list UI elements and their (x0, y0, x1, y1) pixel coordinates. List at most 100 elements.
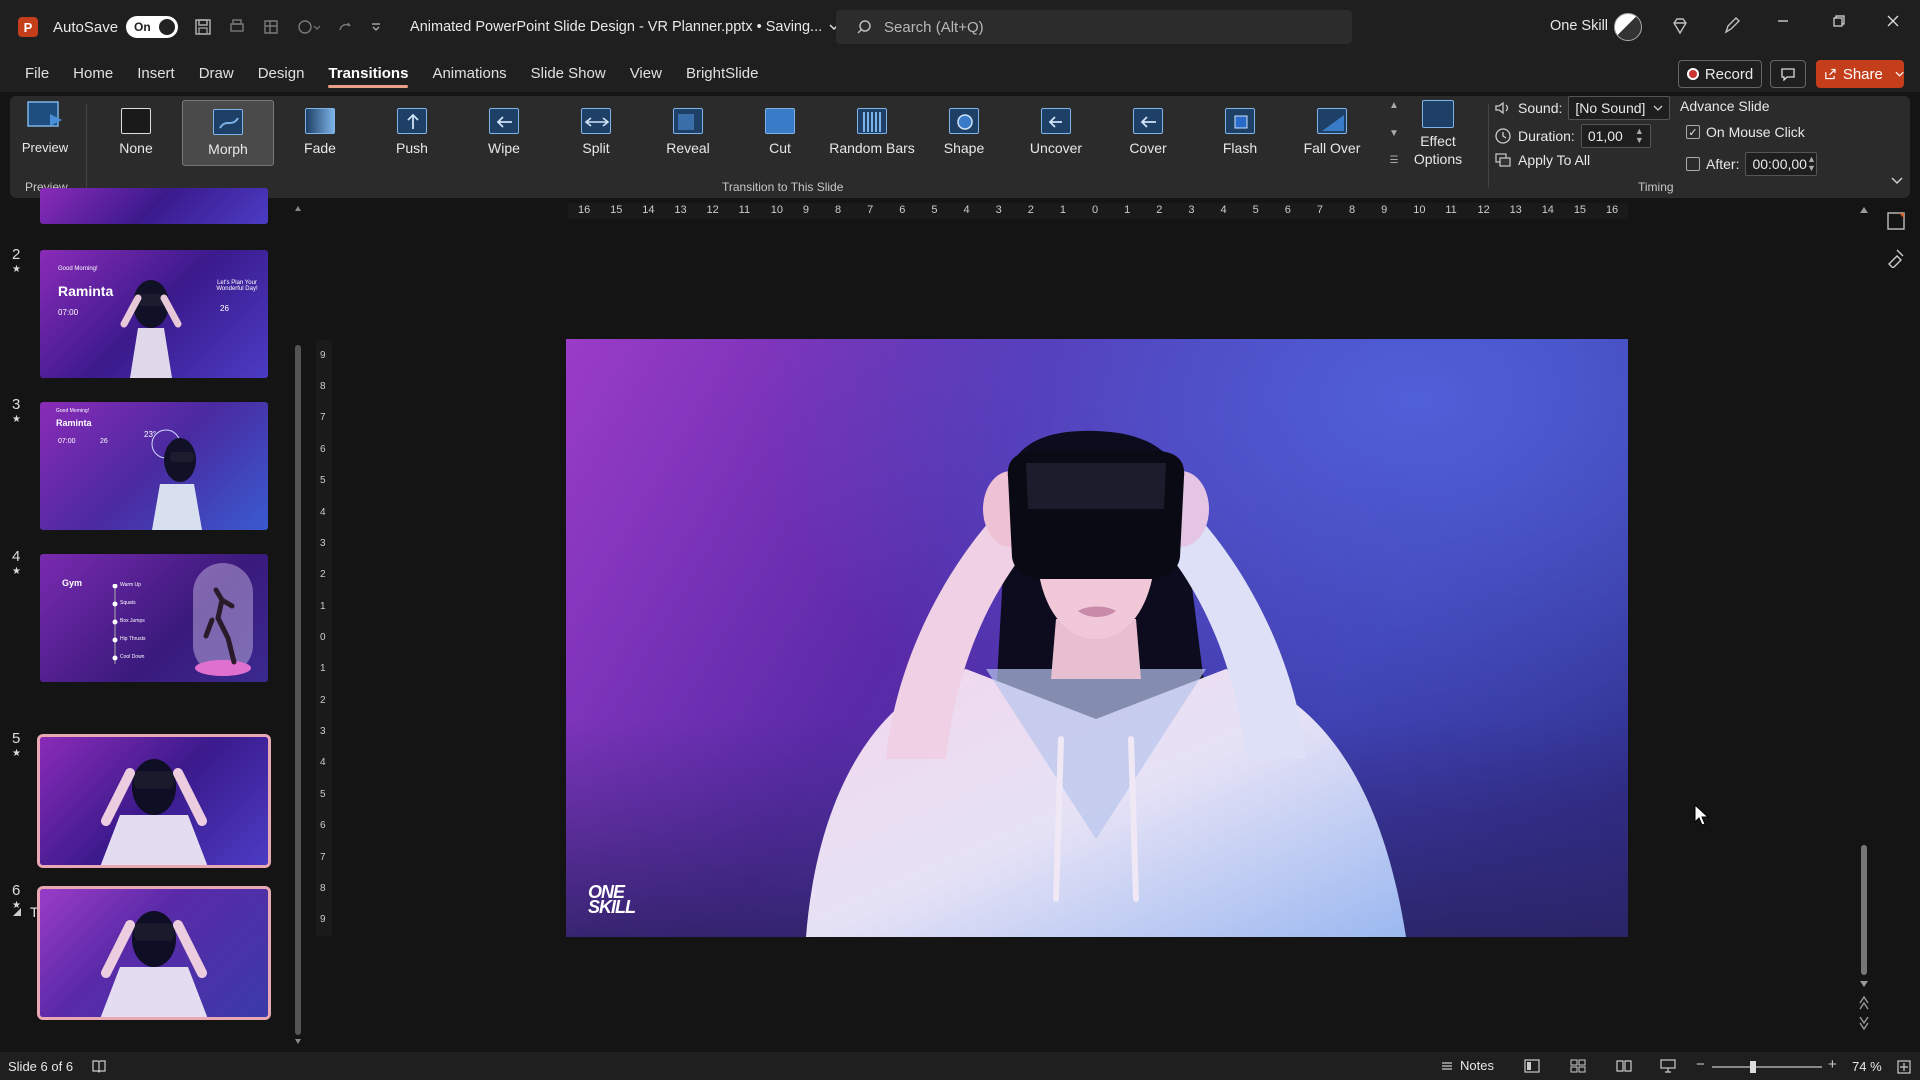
gallery-expand-icon[interactable]: ☰ (1390, 155, 1399, 166)
avatar[interactable] (1614, 13, 1642, 41)
restore-icon[interactable] (1832, 14, 1846, 28)
transition-shape[interactable]: Shape (918, 100, 1010, 166)
tab-brightslide[interactable]: BrightSlide (674, 54, 771, 92)
transition-fade[interactable]: Fade (274, 100, 366, 166)
tab-slide-show[interactable]: Slide Show (519, 54, 618, 92)
effect-options-button[interactable]: Effect Options (1406, 100, 1470, 178)
user-name[interactable]: One Skill (1550, 18, 1608, 34)
chevron-down-icon[interactable] (1895, 69, 1904, 79)
thumb-greeting: Good Morning! (56, 408, 90, 414)
duration-input[interactable]: 01,00 ▲ ▼ (1580, 124, 1651, 148)
print-preview-icon[interactable] (228, 18, 246, 36)
slide-info[interactable]: Slide 6 of 6 (8, 1059, 73, 1074)
slide-thumbnail-5[interactable] (37, 734, 271, 868)
tab-transitions[interactable]: Transitions (316, 54, 420, 92)
zoom-in-icon[interactable]: + (1828, 1056, 1837, 1073)
transition-reveal[interactable]: Reveal (642, 100, 734, 166)
table-icon[interactable] (262, 18, 280, 36)
transition-random-bars[interactable]: Random Bars (826, 100, 918, 166)
collapse-ribbon-icon[interactable] (1890, 176, 1904, 186)
transition-morph[interactable]: Morph (182, 100, 274, 166)
share-button[interactable]: Share (1816, 60, 1904, 88)
slide-sorter-icon[interactable] (1570, 1059, 1586, 1073)
thumbnail-scrollbar[interactable] (294, 205, 302, 1045)
sound-dropdown[interactable]: [No Sound] (1568, 96, 1671, 120)
transition-label: Cover (1129, 140, 1167, 156)
apply-all-button[interactable]: Apply To All (1494, 152, 1590, 168)
chevron-up-icon[interactable]: ▲ (1389, 100, 1399, 111)
transition-split[interactable]: Split (550, 100, 642, 166)
accessibility-icon[interactable] (91, 1058, 107, 1074)
designer-icon[interactable] (1885, 210, 1907, 232)
thumb-day: 26 (220, 304, 229, 313)
zoom-out-icon[interactable]: − (1696, 1056, 1705, 1073)
canvas-scrollbar[interactable] (1858, 205, 1870, 1035)
slide-thumbnail-2[interactable]: Good Morning! Raminta Let's Plan Your Wo… (40, 250, 268, 378)
document-title-area[interactable]: Animated PowerPoint Slide Design - VR Pl… (410, 19, 840, 35)
pen-icon[interactable] (1722, 16, 1742, 36)
close-icon[interactable] (1886, 14, 1900, 28)
gallery-scroll[interactable]: ▲ ▼ ☰ (1386, 100, 1402, 166)
format-painter-icon[interactable] (1885, 246, 1907, 268)
undo-icon[interactable] (296, 18, 321, 36)
notes-button[interactable]: Notes (1440, 1058, 1494, 1073)
search-input[interactable]: Search (Alt+Q) (836, 10, 1352, 44)
preview-button[interactable]: Preview (16, 100, 74, 180)
on-mouse-click-row[interactable]: ✓ On Mouse Click (1686, 124, 1805, 140)
minimize-icon[interactable] (1776, 14, 1790, 28)
spinner-icon[interactable]: ▲ ▼ (1635, 127, 1644, 145)
share-label: Share (1842, 65, 1883, 83)
ruler-tick-label: 6 (320, 820, 326, 832)
fit-to-window-icon[interactable] (1896, 1059, 1912, 1075)
ruler-tick-label: 5 (931, 204, 938, 216)
transition-cut[interactable]: Cut (734, 100, 826, 166)
tab-view[interactable]: View (618, 54, 674, 92)
transition-cover[interactable]: Cover (1102, 100, 1194, 166)
slide-canvas[interactable]: ONE SKILL (566, 339, 1628, 937)
slideshow-view-icon[interactable] (1660, 1059, 1676, 1073)
transition-wipe[interactable]: Wipe (458, 100, 550, 166)
record-button[interactable]: Record (1678, 60, 1762, 88)
after-checkbox[interactable] (1686, 157, 1700, 171)
normal-view-icon[interactable] (1524, 1059, 1540, 1073)
tab-home[interactable]: Home (61, 54, 125, 92)
transition-star-icon: ★ (12, 566, 21, 577)
vr-woman-thumbnail-illustration (151, 429, 202, 530)
reading-view-icon[interactable] (1616, 1059, 1632, 1073)
autosave-state: On (134, 20, 151, 34)
slide-thumbnail-4[interactable]: Gym Warm Up Squats Box Jumps Hip Thrusts… (40, 554, 268, 682)
ruler-tick-label: 7 (867, 204, 874, 216)
slide-thumbnail-3[interactable]: Good Morning! Raminta 07:00 26 23° (40, 402, 268, 530)
premium-diamond-icon[interactable] (1670, 16, 1690, 36)
slide-number: 3 (12, 396, 21, 413)
redo-icon[interactable] (336, 18, 354, 36)
tab-design[interactable]: Design (246, 54, 317, 92)
on-mouse-click-checkbox[interactable]: ✓ (1686, 125, 1700, 139)
transition-flash[interactable]: Flash (1194, 100, 1286, 166)
tab-draw[interactable]: Draw (187, 54, 246, 92)
zoom-slider[interactable] (1712, 1061, 1822, 1073)
slide-thumbnail-6[interactable] (37, 886, 271, 1020)
transition-star-icon: ★ (12, 414, 21, 425)
comments-button[interactable] (1770, 60, 1806, 88)
save-icon[interactable] (194, 18, 212, 36)
customize-toolbar-icon[interactable] (370, 21, 382, 33)
transition-none[interactable]: None (90, 100, 182, 166)
chevron-down-icon[interactable]: ▼ (1389, 128, 1399, 139)
tab-file[interactable]: File (13, 54, 61, 92)
transition-push[interactable]: Push (366, 100, 458, 166)
after-input[interactable]: 00:00,00 ▲ ▼ (1745, 152, 1818, 176)
ruler-tick-label: 6 (1284, 204, 1291, 216)
spinner-icon[interactable]: ▲ ▼ (1807, 155, 1816, 173)
transition-uncover[interactable]: Uncover (1010, 100, 1102, 166)
reveal-transition-icon (673, 108, 703, 134)
autosave-toggle[interactable]: On (126, 16, 179, 38)
ruler-tick-label: 9 (1381, 204, 1388, 216)
vr-woman-photo (566, 430, 1628, 937)
thumbnail-image: Gym Warm Up Squats Box Jumps Hip Thrusts… (40, 554, 268, 682)
tab-insert[interactable]: Insert (125, 54, 187, 92)
slide-thumbnail-1[interactable] (40, 188, 268, 224)
transition-fall-over[interactable]: Fall Over (1286, 100, 1378, 166)
zoom-level[interactable]: 74 % (1852, 1059, 1882, 1074)
tab-animations[interactable]: Animations (420, 54, 518, 92)
